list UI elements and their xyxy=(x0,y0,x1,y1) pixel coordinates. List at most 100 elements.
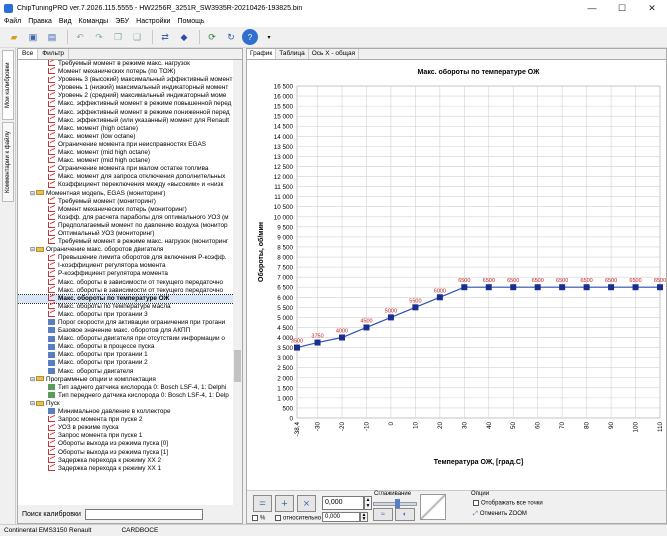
tree-item[interactable]: Обороты выхода из режима пуска [1] xyxy=(18,449,234,457)
rpm-limit-chart[interactable]: Макс. обороты по температуре ОЖ05001 000… xyxy=(247,60,666,490)
data-label: 6500 xyxy=(654,278,666,284)
tree-item[interactable]: Макс. момент (mid high octane) xyxy=(18,157,234,165)
tree-item[interactable]: Порог скорости для активации ограничения… xyxy=(18,319,234,327)
show-all-points-row[interactable]: Отображать все точки xyxy=(473,500,543,507)
tree-item[interactable]: Макс. обороты двигателя xyxy=(18,368,234,376)
tree-item[interactable]: Задержка перехода к режиму ХХ 2 xyxy=(18,457,234,465)
relative-spinner[interactable]: ▲ ▼ xyxy=(360,512,368,522)
tree-item[interactable]: Задержка перехода к режиму ХХ 1 xyxy=(18,465,234,473)
tree-item[interactable]: Базовое значение макс. оборотов для АКПП xyxy=(18,327,234,335)
search-input[interactable] xyxy=(84,508,203,520)
save-icon[interactable]: ▣ xyxy=(25,29,41,45)
maximize-button[interactable]: ☐ xyxy=(607,0,637,16)
smooth-apply-button[interactable]: ≈ xyxy=(373,508,393,521)
compare-icon[interactable]: ⇄ xyxy=(157,29,173,45)
redo-icon[interactable]: ↷ xyxy=(91,29,107,45)
relative-checkbox[interactable] xyxy=(275,515,281,521)
tree-item[interactable]: Макс. момент (low octane) xyxy=(18,133,234,141)
tab-filter[interactable]: Фильтр xyxy=(38,49,70,59)
close-button[interactable]: ✕ xyxy=(637,0,667,16)
tree-folder[interactable]: ⊟ Пуск xyxy=(18,400,234,408)
relative-checkbox-row[interactable]: относительно xyxy=(275,515,321,522)
tree-item[interactable]: Тип заднего датчика кислорода 0: Bosch L… xyxy=(18,384,234,392)
tab-my-calibrations[interactable]: Мои калибровки xyxy=(2,50,14,120)
tree-item[interactable]: Макс. эффективный (или указанный) момент… xyxy=(18,117,234,125)
tree-item[interactable]: Макс. обороты по температуре ОЖ xyxy=(18,293,234,304)
refresh-icon[interactable]: ⟳ xyxy=(204,29,220,45)
tree-item[interactable]: Макс. обороты по температуре масла xyxy=(18,303,234,311)
relative-input[interactable]: 0,000 xyxy=(322,512,360,522)
copy-icon[interactable]: ❐ xyxy=(110,29,126,45)
smoothing-slider-thumb[interactable] xyxy=(395,499,400,508)
tree-item[interactable]: Макс. обороты в зависимости от текущего … xyxy=(18,279,234,287)
tree-folder[interactable]: ⊟ Программные опции и комплектация xyxy=(18,376,234,384)
tree-item[interactable]: Макс. обороты при трогании 3 xyxy=(18,311,234,319)
paste-icon[interactable]: ❏ xyxy=(129,29,145,45)
equal-button[interactable]: = xyxy=(253,495,272,512)
chart-area[interactable]: Макс. обороты по температуре ОЖ 0 500 1 000… xyxy=(247,60,666,490)
tree-item[interactable]: Момент механических потерь (мониторинг) xyxy=(18,206,234,214)
dropdown-chevron-icon[interactable]: ▾ xyxy=(261,29,277,45)
tab-file-comments[interactable]: Комментарии к файлу xyxy=(2,122,14,202)
data-point xyxy=(387,314,394,321)
help-icon[interactable]: ? xyxy=(242,29,258,45)
tree-folder[interactable]: ⊟ Моментная модель, EGAS (мониторинг) xyxy=(18,190,234,198)
smooth-undo-button[interactable]: ◐ xyxy=(395,508,415,521)
tree-item[interactable]: Тип переднего датчика кислорода 0: Bosch… xyxy=(18,392,234,400)
value-spinner[interactable]: ▲ ▼ xyxy=(364,496,372,510)
add-button[interactable]: + xyxy=(275,495,294,512)
tree-item[interactable]: Макс. эффективный момент в режиме пониже… xyxy=(18,109,234,117)
tree-item[interactable]: Коэфф. для расчета параболы для оптималь… xyxy=(18,214,234,222)
save-as-icon[interactable]: ▤ xyxy=(44,29,60,45)
tree-item[interactable]: Оптимальный УОЗ (мониторинг) xyxy=(18,230,234,238)
undo-icon[interactable]: ↶ xyxy=(72,29,88,45)
x-tick-label: 100 xyxy=(633,422,640,433)
calibration-tree[interactable]: Требуемый момент в режиме макс. нагрузок… xyxy=(18,60,234,506)
tree-item[interactable]: Макс. момент (mid high octane) xyxy=(18,149,234,157)
tree-item[interactable]: Момент механических потерь (по ТОЖ) xyxy=(18,68,234,76)
percent-checkbox-row[interactable]: % xyxy=(252,515,265,522)
tree-item[interactable]: УОЗ в режиме пуска xyxy=(18,424,234,432)
menu-help[interactable]: Помощь xyxy=(177,18,204,25)
menu-view[interactable]: Вид xyxy=(59,18,72,25)
tree-item[interactable]: Ограничение момента при неисправностях E… xyxy=(18,141,234,149)
diamond-icon[interactable]: ◆ xyxy=(176,29,192,45)
tab-table[interactable]: Таблица xyxy=(276,49,309,59)
tree-item[interactable]: Макс. момент (high octane) xyxy=(18,125,234,133)
percent-checkbox[interactable] xyxy=(252,515,258,521)
tree-item[interactable]: Минимальное давление в коллекторе xyxy=(18,408,234,416)
tree-scroll-thumb[interactable] xyxy=(234,350,241,382)
tree-item[interactable]: Макс. эффективный момент в режиме повыше… xyxy=(18,100,234,108)
menu-ecu[interactable]: ЭБУ xyxy=(115,18,129,25)
show-all-points-checkbox[interactable] xyxy=(473,500,479,506)
tree-item[interactable]: Требуемый момент в режиме макс. нагрузок… xyxy=(18,238,234,246)
tree-item[interactable]: Требуемый момент (мониторинг) xyxy=(18,198,234,206)
menu-file[interactable]: Файл xyxy=(4,18,21,25)
tree-item[interactable]: Ограничение момента при малом остатке то… xyxy=(18,165,234,173)
tree-item[interactable]: Макс. обороты при трогании 2 xyxy=(18,359,234,367)
minimize-button[interactable]: — xyxy=(577,0,607,16)
menu-edit[interactable]: Правка xyxy=(28,18,52,25)
tree-item[interactable]: Макс. обороты в зависимости от текущего … xyxy=(18,287,234,295)
menu-commands[interactable]: Команды xyxy=(79,18,109,25)
curve-icon xyxy=(48,416,55,423)
open-folder-icon[interactable]: ▰ xyxy=(6,29,22,45)
sync-icon[interactable]: ↻ xyxy=(223,29,239,45)
value-input[interactable]: 0,000 xyxy=(322,496,364,510)
cancel-zoom-button[interactable]: ⤢ Отменить ZOOM xyxy=(473,511,527,518)
tree-item[interactable]: P-коэффициент регулятора момента xyxy=(18,270,234,278)
multiply-button[interactable]: × xyxy=(297,495,316,512)
tree-item[interactable]: I-коэффициент регулятора момента xyxy=(18,262,234,270)
tree-item[interactable]: Макс. момент для запроса отключения допо… xyxy=(18,173,234,181)
tree-item[interactable]: Предполагаемый момент по давлению воздух… xyxy=(18,222,234,230)
tab-all[interactable]: Все xyxy=(18,49,39,59)
tab-x-axis-common[interactable]: Ось X - общая xyxy=(309,49,360,59)
menu-settings[interactable]: Настройки xyxy=(136,18,170,25)
tree-item[interactable]: Превышение лимита оборотов для включения… xyxy=(18,254,234,262)
tree-item[interactable]: Требуемый момент в режиме макс. нагрузок xyxy=(18,60,234,68)
tree-item[interactable]: Запрос момента при пуске 2 xyxy=(18,416,234,424)
tab-graph[interactable]: График xyxy=(247,49,277,59)
tree-scrollbar[interactable] xyxy=(233,60,242,506)
tree-item[interactable]: Коэффициент переключения между «высоким»… xyxy=(18,181,234,189)
tree-item[interactable]: Обороты выхода из режима пуска [0] xyxy=(18,440,234,448)
